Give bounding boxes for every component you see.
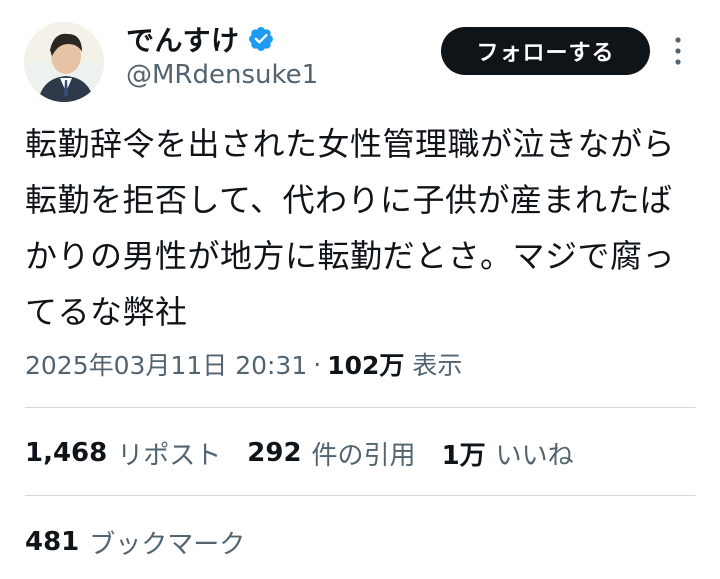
likes-count: 1万 [441,440,486,471]
avatar[interactable] [24,22,104,102]
quotes-label: 件の引用 [311,440,416,471]
display-name[interactable]: でんすけ [126,19,239,59]
user-handle[interactable]: @MRdensuke1 [126,60,318,90]
quotes-stat[interactable]: 292 件の引用 [247,435,415,472]
follow-button[interactable]: フォローする [441,27,650,75]
user-info: でんすけ @MRdensuke1 [126,20,318,90]
tweet-meta: 2025年03月11日 20:31 · 102万 表示 [25,344,462,384]
tweet-header: でんすけ @MRdensuke1 フォローする [0,0,720,110]
bookmarks-count: 481 [25,527,80,557]
more-vertical-icon[interactable] [671,34,685,68]
reposts-count: 1,468 [25,438,108,468]
verified-badge-icon[interactable] [247,25,275,53]
bookmarks-label: ブックマーク [89,529,246,560]
tweet-text: 転勤辞令を出された女性管理職が泣きながら転勤を拒否して、代わりに子供が産まれたば… [25,125,676,331]
bookmarks-stat[interactable]: 481 ブックマーク [25,521,245,563]
display-name-row: でんすけ [126,20,318,58]
quotes-count: 292 [247,438,302,468]
reposts-stat[interactable]: 1,468 リポスト [25,435,221,472]
views-label: 表示 [412,351,463,380]
likes-stat[interactable]: 1万 いいね [442,435,574,472]
avatar-image [24,22,104,102]
reposts-label: リポスト [117,440,222,471]
engagement-stats: 1,468 リポスト 292 件の引用 1万 いいね [25,432,600,474]
divider-bottom [25,495,696,496]
tweet-timestamp[interactable]: 2025年03月11日 20:31 [25,346,307,382]
divider-top [25,407,696,408]
meta-separator: · [313,349,322,379]
views-count: 102万 [327,351,405,380]
likes-label: いいね [495,440,574,471]
